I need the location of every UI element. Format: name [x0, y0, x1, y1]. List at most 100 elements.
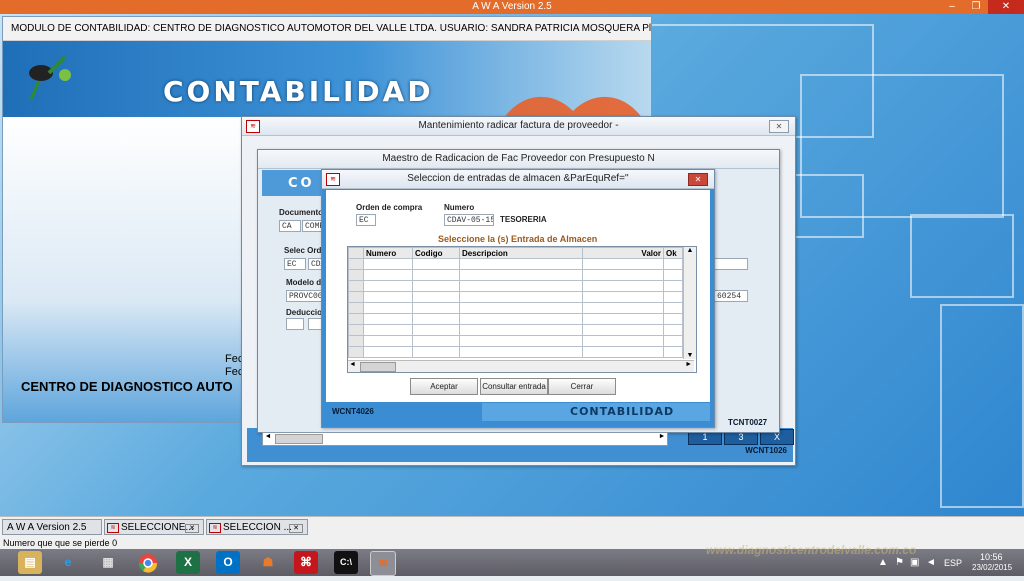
seleccion-close-button[interactable]: ✕	[688, 173, 708, 186]
table-row[interactable]	[348, 324, 683, 336]
command-prompt-icon[interactable]: C:\	[334, 551, 358, 574]
tab-close-icon[interactable]: ✕	[289, 524, 303, 533]
modelo-field[interactable]: PROVC006	[286, 290, 324, 302]
col-valor[interactable]: Valor	[582, 247, 664, 259]
seleccion-title: Seleccion de entradas de almacen &ParEqu…	[322, 170, 714, 189]
table-row[interactable]	[348, 335, 683, 347]
main-banner: CONTABILIDAD	[3, 41, 651, 119]
show-hidden-icons-icon[interactable]: ▲	[878, 557, 888, 568]
tab-awa[interactable]: A W A Version 2.5	[2, 519, 102, 535]
selec-field-1[interactable]: EC	[284, 258, 306, 270]
file-explorer-icon[interactable]: ▤	[18, 551, 42, 574]
language-indicator[interactable]: ESP	[944, 558, 962, 568]
grid-hscrollbar[interactable]: ◄ ►	[348, 360, 694, 372]
scroll-left-icon[interactable]: ◄	[349, 361, 356, 368]
right-value-field[interactable]: 60254	[714, 290, 748, 302]
table-row[interactable]	[348, 280, 683, 292]
consultar-entrada-button[interactable]: Consultar entrada	[480, 378, 548, 395]
restore-button[interactable]: ❐	[964, 0, 988, 14]
tab-seleccione[interactable]: ≋ SELECCIONE... ✕	[104, 519, 204, 535]
maestro-logo-band: CO	[262, 170, 322, 196]
documento-label: Documento	[279, 208, 323, 217]
numero-label: Numero	[444, 203, 475, 212]
app-window-icon: ≋	[326, 173, 340, 186]
grid-vscrollbar[interactable]: ▲ ▼	[683, 247, 696, 359]
scroll-right-icon[interactable]: ►	[685, 361, 692, 368]
volume-icon[interactable]: ◄	[926, 557, 936, 568]
people-icon[interactable]: ☗	[256, 551, 280, 574]
table-row[interactable]	[348, 291, 683, 303]
scroll-thumb[interactable]	[360, 362, 396, 372]
tesoreria-label: TESORERIA	[500, 215, 547, 224]
close-button[interactable]: ✕	[988, 0, 1024, 14]
clock-time[interactable]: 10:56	[980, 552, 1003, 562]
table-row[interactable]	[348, 269, 683, 281]
chrome-icon[interactable]	[136, 551, 160, 574]
maestro-code: TCNT0027	[728, 418, 768, 427]
banner-title: CONTABILIDAD	[163, 75, 434, 108]
company-name: CENTRO DE DIAGNOSTICO AUTO	[21, 379, 233, 394]
app-title: A W A Version 2.5	[472, 1, 552, 12]
awa-app-icon[interactable]: ≋	[370, 551, 396, 576]
seleccion-dialog: Seleccion de entradas de almacen &ParEqu…	[321, 169, 715, 428]
stethoscope-logo-icon	[25, 47, 73, 103]
app-window-icon: ≋	[107, 523, 119, 533]
seleccion-code: WCNT4026	[332, 407, 374, 416]
selec-orden-label: Selec Ord	[284, 246, 322, 255]
scroll-left-icon[interactable]: ◄	[263, 433, 273, 443]
outlook-icon[interactable]: O	[216, 551, 240, 574]
cerrar-button[interactable]: Cerrar	[548, 378, 616, 395]
orden-compra-label: Orden de compra	[356, 203, 423, 212]
window-tabs-bar: A W A Version 2.5 ≋ SELECCIONE... ✕ ≋ SE…	[0, 516, 1024, 537]
scroll-up-icon[interactable]: ▲	[684, 247, 696, 254]
col-numero[interactable]: Numero	[363, 247, 413, 259]
app-titlebar: A W A Version 2.5 – ❐ ✕	[0, 0, 1024, 14]
right-field-1[interactable]	[714, 258, 748, 270]
table-row[interactable]	[348, 313, 683, 325]
table-row[interactable]	[348, 302, 683, 314]
table-row[interactable]	[348, 346, 683, 358]
calculator-icon[interactable]: ▦	[96, 551, 120, 574]
tab-seleccion[interactable]: ≋ SELECCION ... ✕	[206, 519, 308, 535]
col-ok[interactable]: Ok	[663, 247, 683, 259]
col-codigo[interactable]: Codigo	[412, 247, 460, 259]
main-header: MODULO DE CONTABILIDAD: CENTRO DE DIAGNO…	[3, 17, 651, 41]
flag-icon[interactable]: ⚑	[895, 557, 904, 568]
excel-icon[interactable]: X	[176, 551, 200, 574]
clock-date[interactable]: 23/02/2015	[972, 563, 1012, 572]
seleccion-footer-band: CONTABILIDAD	[482, 403, 710, 421]
pdf-reader-icon[interactable]: ⌘	[294, 551, 318, 574]
flame-decoration-icon	[503, 91, 643, 119]
tab-close-icon[interactable]: ✕	[185, 524, 199, 533]
scroll-thumb[interactable]	[275, 434, 323, 444]
decor-frame	[940, 304, 1024, 508]
numero-field[interactable]: CDAV-05-15	[444, 214, 494, 226]
scroll-right-icon[interactable]: ►	[657, 433, 667, 443]
maestro-title: Maestro de Radicacion de Fac Proveedor c…	[258, 150, 779, 169]
seleccion-body: Orden de compra EC Numero CDAV-05-15 TES…	[326, 190, 710, 402]
decor-frame	[910, 214, 1014, 298]
mantenimiento-code: WCNT1026	[745, 446, 787, 455]
tab-label: SELECCIONE...	[121, 522, 194, 533]
mantenimiento-close-button[interactable]: ✕	[769, 120, 789, 133]
tab-label: SELECCION ...	[223, 522, 292, 533]
table-row[interactable]	[348, 258, 683, 270]
deduccion-field-1[interactable]	[286, 318, 304, 330]
internet-explorer-icon[interactable]: e	[56, 551, 80, 574]
tab-label: A W A Version 2.5	[7, 522, 87, 533]
watermark-text: www.diagnosticentrodelvalle.com.co	[706, 543, 917, 557]
maestro-hscrollbar[interactable]: ◄ ►	[262, 432, 668, 446]
col-descripcion[interactable]: Descripcion	[459, 247, 583, 259]
minimize-button[interactable]: –	[940, 0, 964, 14]
aceptar-button[interactable]: Aceptar	[410, 378, 478, 395]
entradas-grid[interactable]: Numero Codigo Descripcion Valor Ok ▲ ▼ ◄…	[347, 246, 697, 373]
scroll-down-icon[interactable]: ▼	[684, 352, 696, 359]
maestro-logo: CO	[288, 176, 315, 191]
windows-taskbar: ▤ e ▦ X O ☗ ⌘ C:\ ≋ www.diagnosticentrod…	[0, 543, 1024, 576]
orden-compra-field[interactable]: EC	[356, 214, 376, 226]
network-icon[interactable]: ▣	[910, 557, 919, 568]
app-window-icon: ≋	[246, 120, 260, 133]
documento-field-1[interactable]: CA	[279, 220, 301, 232]
grid-corner	[348, 247, 364, 259]
entrada-subtitle: Seleccione la (s) Entrada de Almacen	[438, 234, 598, 244]
